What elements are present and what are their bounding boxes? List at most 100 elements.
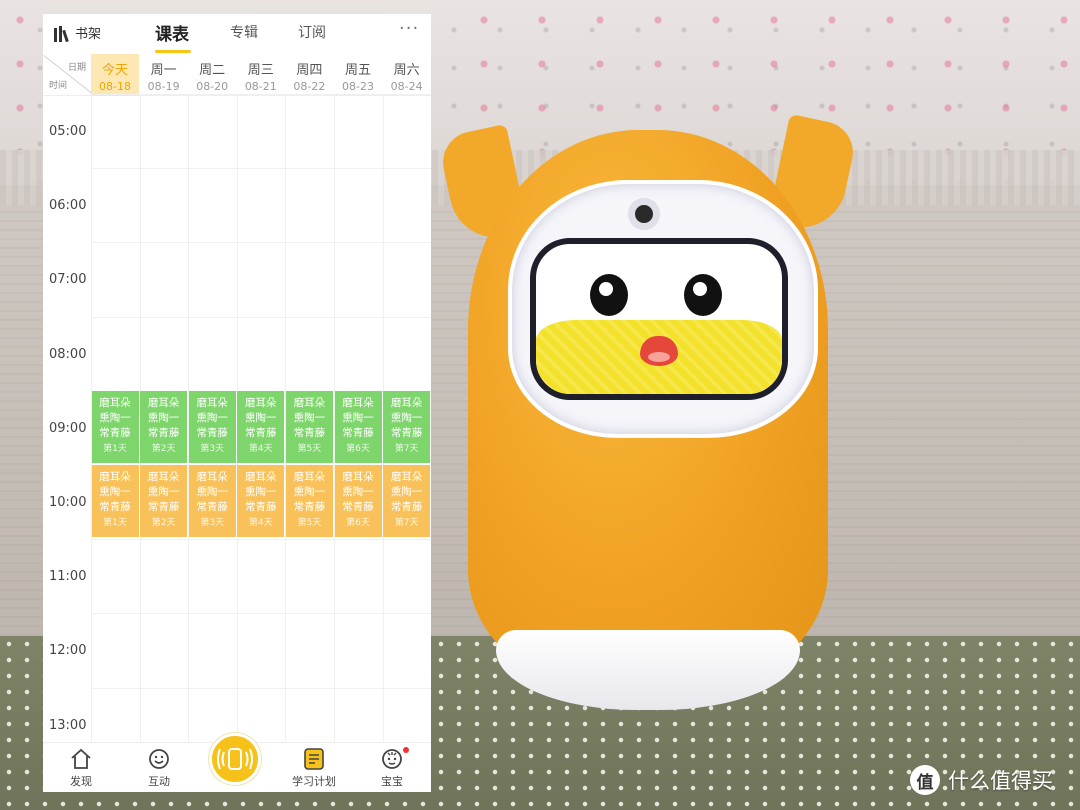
watermark-logo: 值	[910, 765, 940, 795]
lesson-title-line: 熏陶一	[99, 411, 131, 424]
lesson-card-green[interactable]: 磨耳朵 熏陶一 常青藤 第3天	[188, 390, 236, 463]
grid-row-line	[91, 539, 431, 541]
lesson-day-number: 第1天	[103, 443, 127, 454]
lesson-card-orange[interactable]: 磨耳朵 熏陶一 常青藤 第5天	[285, 465, 333, 537]
nav-baby[interactable]: 宝宝	[362, 747, 422, 789]
corner-date-label: 日期	[67, 63, 86, 73]
lesson-card-green[interactable]: 磨耳朵 熏陶一 常青藤 第2天	[140, 390, 188, 463]
tab-albums[interactable]: 专辑	[230, 22, 258, 42]
lesson-day-number: 第6天	[346, 518, 370, 528]
schedule-grid: 05:00 06:00 07:00 08:00 09:00 10:00 11:00 12:00…	[43, 94, 431, 746]
lesson-card-green[interactable]: 磨耳朵 熏陶一 常青藤 第5天	[285, 390, 333, 463]
tab-schedule[interactable]: 课表	[155, 20, 189, 45]
lesson-card-orange[interactable]: 磨耳朵熏陶一常青藤第4天	[237, 465, 285, 537]
lesson-title-line: 常青藤	[342, 501, 374, 513]
header-corner: 日期 时间	[43, 54, 91, 96]
day-header[interactable]: 今天 08-18	[91, 54, 139, 96]
grid-row-line	[91, 168, 431, 170]
watermark-text: 什么值得买	[948, 769, 1053, 793]
lesson-card-orange[interactable]: 磨耳朵 熏陶一 常青藤 第2天	[140, 465, 188, 537]
lesson-title-line: 磨耳朵	[342, 471, 374, 483]
day-date: 08-21	[244, 80, 277, 93]
day-name: 周四	[296, 63, 323, 78]
lesson-title-line: 熏陶一	[147, 486, 180, 498]
nav-baby-label: 宝宝	[381, 775, 403, 788]
robot-face-screen	[530, 238, 788, 400]
lesson-title-line: 熏陶一	[342, 486, 374, 498]
day-name: 周一	[150, 63, 177, 78]
lesson-title-line: 熏陶一	[196, 486, 228, 498]
day-name: 今天	[101, 63, 128, 78]
lesson-title-line: 常青藤	[245, 501, 277, 513]
lesson-title-line: 常青藤	[390, 426, 423, 439]
day-name: 周五	[344, 63, 371, 78]
lesson-title-line: 磨耳朵	[245, 471, 277, 483]
day-name: 周六	[393, 63, 420, 78]
bookshelf-label: 书架	[75, 27, 102, 42]
nav-study-plan[interactable]: 学习计划	[284, 747, 344, 789]
lesson-day-number: 第3天	[200, 443, 225, 454]
lesson-title-line: 熏陶一	[245, 486, 277, 498]
day-header[interactable]: 周四 08-22	[285, 54, 333, 96]
tab-subscriptions[interactable]: 订阅	[298, 22, 326, 42]
lesson-title-line: 磨耳朵	[390, 396, 423, 409]
notification-dot	[403, 747, 409, 753]
nav-interact-label: 互动	[148, 775, 170, 788]
hour-label: 13:00	[49, 717, 87, 733]
lesson-title-line: 熏陶一	[293, 486, 326, 498]
active-tab-indicator	[155, 50, 191, 53]
center-speaker-button[interactable]	[209, 733, 261, 785]
lesson-title-line: 熏陶一	[99, 486, 131, 498]
lesson-card-orange[interactable]: 磨耳朵 熏陶一 常青藤 第7天	[383, 465, 431, 537]
lesson-day-number: 第5天	[297, 443, 322, 454]
lesson-title-line: 磨耳朵	[293, 396, 326, 409]
date-header-row: 日期 时间 今天 08-18 周一 08-19 周二 08-20 周三 08-21 周四 08-2…	[43, 54, 431, 96]
lesson-day-number: 第7天	[394, 443, 419, 454]
lesson-card-orange[interactable]: 磨耳朵 熏陶一 常青藤 第3天	[188, 465, 236, 537]
lesson-card-green[interactable]: 磨耳朵 熏陶一 常青藤 第6天	[334, 390, 382, 463]
day-date: 08-22	[293, 80, 326, 93]
lesson-title-line: 熏陶一	[245, 411, 277, 424]
lesson-title-line: 常青藤	[147, 501, 180, 513]
lesson-title-line: 常青藤	[196, 501, 228, 513]
smiley-chat-icon	[149, 749, 169, 769]
lesson-title-line: 熏陶一	[390, 486, 423, 498]
lesson-title-line: 磨耳朵	[147, 396, 180, 409]
grid-row-line	[91, 316, 431, 318]
day-header[interactable]: 周五 08-23	[334, 54, 382, 96]
robot-camera	[628, 198, 660, 230]
lesson-card-orange[interactable]: 磨耳朵熏陶一常青藤第6天	[334, 465, 382, 537]
hour-label: 12:00	[49, 643, 87, 659]
bottom-nav: 发现 互动 学习计划 宝宝	[43, 733, 431, 792]
hour-label: 07:00	[49, 272, 87, 288]
lesson-card-orange[interactable]: 磨耳朵 熏陶一 常青藤 第1天	[91, 465, 139, 537]
lesson-day-number: 第3天	[200, 518, 225, 528]
robot-right-eye	[684, 274, 722, 316]
day-header[interactable]: 周六 08-24	[383, 54, 431, 96]
lesson-title-line: 常青藤	[196, 426, 228, 439]
bookshelf-button[interactable]: 书架	[53, 23, 101, 42]
lesson-day-number: 第6天	[346, 443, 370, 454]
day-header[interactable]: 周一 08-19	[140, 54, 188, 96]
more-menu-icon[interactable]: ···	[399, 18, 419, 39]
lesson-title-line: 熏陶一	[293, 411, 326, 424]
top-bar: 书架 课表 专辑 订阅 ···	[43, 14, 431, 54]
nav-interact[interactable]: 互动	[129, 747, 189, 789]
phone-screen: 书架 课表 专辑 订阅 ··· 日期 时间 今天 08-18 周一 08-19 周二 08…	[43, 14, 431, 792]
day-header[interactable]: 周二 08-20	[188, 54, 236, 96]
lesson-card-green[interactable]: 磨耳朵 熏陶一 常青藤 第1天	[91, 390, 139, 463]
lesson-title-line: 磨耳朵	[342, 396, 374, 409]
lesson-title-line: 熏陶一	[342, 411, 374, 424]
robot-left-eye	[590, 274, 628, 316]
robot-base	[496, 630, 800, 710]
lesson-title-line: 常青藤	[147, 426, 180, 439]
lesson-card-green[interactable]: 磨耳朵 熏陶一 常青藤 第7天	[383, 390, 431, 463]
day-date: 08-24	[390, 80, 423, 93]
day-header[interactable]: 周三 08-21	[237, 54, 285, 96]
lesson-card-green[interactable]: 磨耳朵 熏陶一 常青藤 第4天	[237, 390, 285, 463]
nav-discover[interactable]: 发现	[51, 747, 111, 789]
robot-speaker	[437, 110, 859, 710]
robot-mouth	[640, 336, 678, 366]
lesson-title-line: 磨耳朵	[293, 471, 326, 483]
lesson-day-number: 第4天	[248, 518, 273, 528]
